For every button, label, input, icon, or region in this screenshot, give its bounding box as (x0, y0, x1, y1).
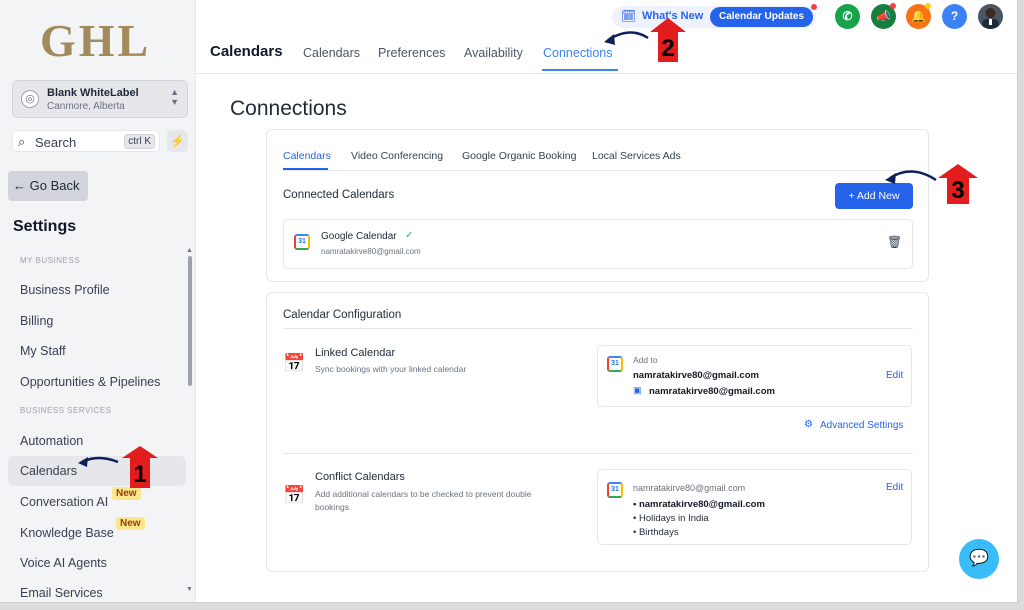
add-to-label: Add to (633, 355, 658, 365)
conflict-email: namratakirve80@gmail.com (633, 483, 746, 493)
sidebar-item-my-staff[interactable]: My Staff (20, 344, 66, 358)
connected-calendars-card: Calendars Video Conferencing Google Orga… (266, 129, 929, 282)
section-business-services: BUSINESS SERVICES (20, 406, 112, 415)
check-icon: ✓ (405, 230, 414, 241)
notification-dot (811, 4, 817, 10)
advanced-settings-link[interactable]: Advanced Settings (820, 420, 903, 431)
account-switcher[interactable]: ◎ Blank WhiteLabel Canmore, Alberta ▲ ▼ (12, 80, 188, 118)
sidebar-item-knowledge-base[interactable]: Knowledge Base (20, 526, 114, 540)
chat-support-icon[interactable]: 💬 (959, 539, 999, 579)
account-name: Blank WhiteLabel (47, 87, 139, 99)
list-item: • Birthdays (633, 527, 679, 538)
avatar[interactable] (978, 4, 1003, 29)
phone-icon[interactable]: ✆ (835, 4, 860, 29)
calendar-icon: ▣ (633, 385, 642, 395)
scroll-down-icon[interactable]: ▼ (186, 586, 193, 593)
tab-availability[interactable]: Availability (464, 46, 523, 60)
account-location: Canmore, Alberta (47, 101, 125, 112)
settings-title: Settings (13, 218, 77, 235)
active-subtab-indicator (283, 168, 328, 170)
tab-calendars[interactable]: Calendars (303, 46, 360, 60)
linked-calendar-title: Linked Calendar (315, 347, 396, 359)
divider (283, 328, 913, 329)
tab-preferences[interactable]: Preferences (378, 46, 445, 60)
gear-icon[interactable]: ⚙ (804, 419, 813, 430)
sidebar-item-billing[interactable]: Billing (20, 314, 53, 328)
tab-google-organic-booking[interactable]: Google Organic Booking (462, 150, 576, 162)
search-input[interactable]: ⌕ Search ctrl K (12, 130, 160, 152)
page-title: Connections (230, 97, 347, 120)
list-item: • namratakirve80@gmail.com (633, 499, 765, 510)
go-back-button[interactable]: ← Go Back (8, 171, 88, 201)
tab-video-conferencing[interactable]: Video Conferencing (351, 150, 443, 162)
calendar-updates-button[interactable]: Calendar Updates (710, 7, 813, 27)
calendar-arrow-icon: 📅 (283, 485, 306, 505)
google-calendar-icon: 31 (607, 356, 623, 372)
annotation-2: 2 (604, 18, 686, 62)
svg-text:3: 3 (951, 177, 964, 204)
google-calendar-email: namratakirve80@gmail.com (321, 247, 421, 256)
active-tab-indicator (542, 69, 618, 71)
calendar-star-icon: 📅 (283, 353, 306, 373)
sidebar-scrollbar[interactable] (188, 256, 192, 386)
connected-calendars-heading: Connected Calendars (283, 189, 395, 201)
tab-local-services-ads[interactable]: Local Services Ads (592, 150, 681, 162)
help-icon[interactable]: ? (942, 4, 967, 29)
page-header-title: Calendars (210, 43, 283, 60)
notification-dot (890, 3, 896, 9)
scroll-up-icon[interactable]: ▲ (186, 247, 193, 254)
sidebar-item-conversation-ai[interactable]: Conversation AI (20, 495, 108, 509)
google-calendar-icon: 31 (607, 482, 623, 498)
chevron-updown-icon: ▲ ▼ (170, 87, 179, 107)
trash-icon[interactable]: 🗑 (887, 235, 902, 249)
new-badge: New (116, 517, 145, 530)
list-item: • Holidays in India (633, 513, 709, 524)
app-window: GHL ◎ Blank WhiteLabel Canmore, Alberta … (0, 0, 1018, 603)
main-content: Connections Calendars Video Conferencing… (196, 75, 1017, 602)
svg-text:1: 1 (133, 461, 146, 488)
logo: GHL (40, 15, 152, 66)
tab-divider (283, 170, 913, 171)
section-my-business: MY BUSINESS (20, 256, 81, 265)
annotation-1: 1 (78, 446, 158, 488)
edit-linked-button[interactable]: Edit (886, 370, 903, 381)
notification-dot (925, 3, 931, 9)
linked-calendar-name: namratakirve80@gmail.com (649, 386, 775, 397)
conflict-calendars-title: Conflict Calendars (315, 471, 405, 483)
linked-calendar-desc: Sync bookings with your linked calendar (315, 364, 467, 374)
conflict-desc-2: bookings (315, 502, 350, 512)
search-label: Search (35, 135, 77, 150)
sidebar-item-opportunities[interactable]: Opportunities & Pipelines (20, 375, 160, 389)
search-icon: ⌕ (18, 134, 26, 149)
google-calendar-icon: 31 (294, 234, 310, 250)
google-calendar-connection: 31 Google Calendar ✓ namratakirve80@gmai… (283, 219, 913, 269)
sidebar: GHL ◎ Blank WhiteLabel Canmore, Alberta … (0, 0, 196, 602)
sidebar-item-email-services[interactable]: Email Services (20, 586, 103, 600)
calendar-configuration-card: Calendar Configuration 📅 Linked Calendar… (266, 292, 929, 572)
search-shortcut: ctrl K (124, 134, 155, 149)
conflict-calendars-box: 31 namratakirve80@gmail.com • namratakir… (597, 469, 912, 545)
conflict-desc-1: Add additional calendars to be checked t… (315, 489, 532, 499)
sidebar-item-voice-ai-agents[interactable]: Voice AI Agents (20, 556, 107, 570)
svg-text:2: 2 (661, 35, 674, 62)
linked-calendar-box: 31 Add to namratakirve80@gmail.com ▣ nam… (597, 345, 912, 407)
google-calendar-label: Google Calendar (321, 231, 397, 242)
edit-conflict-button[interactable]: Edit (886, 482, 903, 493)
sidebar-item-business-profile[interactable]: Business Profile (20, 283, 110, 297)
tab-calendars-sub[interactable]: Calendars (283, 150, 331, 162)
linked-email: namratakirve80@gmail.com (633, 370, 759, 381)
calendar-configuration-heading: Calendar Configuration (283, 309, 402, 321)
quick-action-bolt-icon[interactable]: ⚡ (167, 130, 188, 152)
location-icon: ◎ (21, 90, 39, 108)
annotation-3: 3 (885, 164, 978, 204)
divider (283, 453, 913, 454)
